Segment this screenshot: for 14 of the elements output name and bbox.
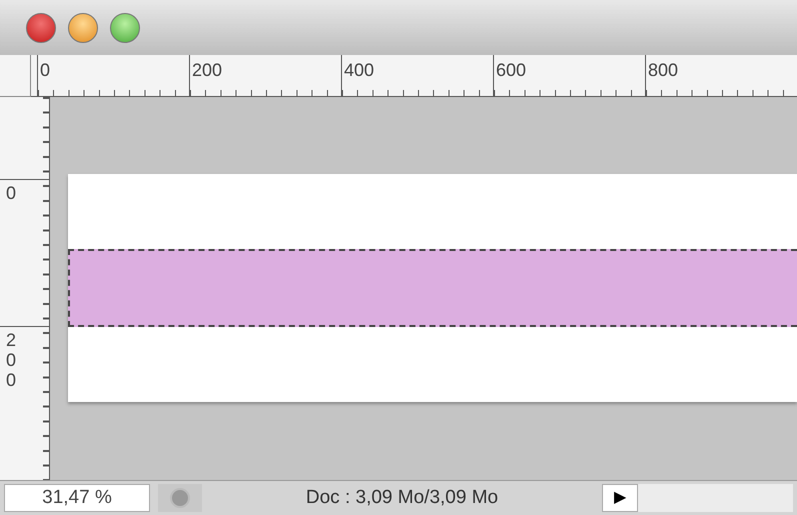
close-button[interactable] — [26, 12, 56, 42]
ruler-label: 800 — [648, 61, 678, 79]
status-button[interactable] — [158, 484, 202, 512]
ruler-label: 400 — [344, 61, 374, 79]
ruler-label: 200 — [6, 331, 18, 390]
zoom-field[interactable]: 31,47 % — [4, 484, 150, 512]
ruler-label: 0 — [40, 61, 50, 79]
minimize-button[interactable] — [68, 12, 98, 42]
ruler-label: 200 — [192, 61, 222, 79]
menu-arrow-button[interactable]: ▶ — [602, 484, 638, 512]
ruler-label: 0 — [6, 184, 18, 204]
ruler-label: 600 — [496, 61, 526, 79]
zoom-button[interactable] — [110, 12, 140, 42]
document-size: Doc : 3,09 Mo/3,09 Mo — [304, 486, 500, 510]
